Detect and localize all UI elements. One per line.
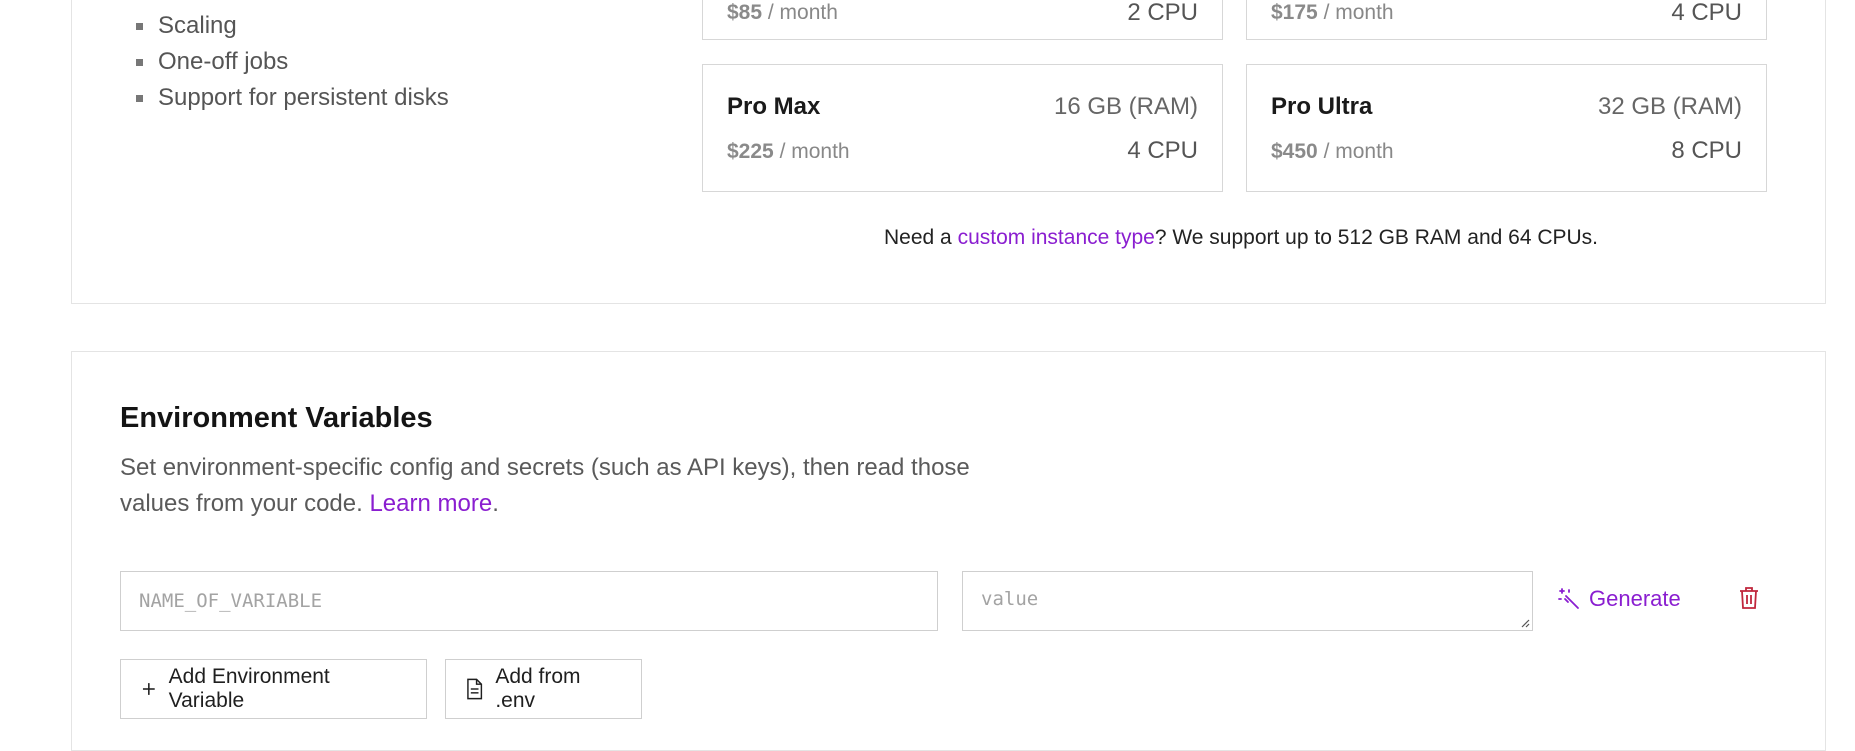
generate-value-button[interactable]: Generate	[1557, 586, 1681, 612]
add-from-env-label: Add from .env	[495, 665, 581, 712]
card-cpu: 2 CPU	[1127, 0, 1198, 26]
section-description: Set environment-specific config and secr…	[120, 454, 970, 517]
card-name: Pro Max	[727, 93, 821, 120]
card-price: $175 / month	[1271, 1, 1394, 24]
add-variable-label: Add Environment Variable	[168, 665, 330, 712]
feature-item: Support for persistent disks	[136, 80, 449, 116]
learn-more-link[interactable]: Learn more	[369, 490, 492, 517]
instance-card-pro-ultra[interactable]: Pro Ultra 32 GB (RAM) $450 / month 8 CPU	[1246, 64, 1767, 192]
variable-value-input[interactable]	[962, 571, 1533, 631]
instance-type-section: Scaling One-off jobs Support for persist…	[71, 0, 1826, 304]
card-cpu: 4 CPU	[1127, 137, 1198, 164]
variable-name-input[interactable]	[120, 571, 938, 631]
card-ram: 32 GB (RAM)	[1597, 93, 1742, 120]
instance-card-pro-plus[interactable]: $175 / month 4 CPU	[1246, 0, 1767, 40]
section-title: Environment Variables	[120, 402, 433, 434]
magic-wand-icon	[1558, 588, 1579, 609]
feature-item: Scaling	[136, 8, 449, 44]
instance-card-pro[interactable]: $85 / month 2 CPU	[702, 0, 1223, 40]
card-price: $450 / month	[1271, 140, 1394, 163]
plus-icon	[142, 683, 155, 695]
card-cpu: 4 CPU	[1671, 0, 1742, 26]
generate-label: Generate	[1589, 586, 1681, 611]
resize-grip-icon[interactable]	[1520, 618, 1530, 628]
trash-icon[interactable]	[1738, 586, 1760, 610]
add-from-env-button[interactable]: Add from .env	[445, 659, 642, 719]
card-ram: 16 GB (RAM)	[1053, 93, 1198, 120]
environment-variables-section: Environment Variables Set environment-sp…	[71, 351, 1826, 751]
card-name: Pro Ultra	[1271, 93, 1373, 120]
document-icon	[467, 678, 483, 700]
card-price: $225 / month	[727, 140, 850, 163]
card-price: $85 / month	[727, 1, 838, 24]
plan-features-list: Scaling One-off jobs Support for persist…	[136, 8, 449, 116]
card-cpu: 8 CPU	[1671, 137, 1742, 164]
add-environment-variable-button[interactable]: Add Environment Variable	[120, 659, 427, 719]
custom-instance-type-link[interactable]: custom instance type	[958, 226, 1155, 249]
instance-card-pro-max[interactable]: Pro Max 16 GB (RAM) $225 / month 4 CPU	[702, 64, 1223, 192]
feature-item: One-off jobs	[136, 44, 449, 80]
